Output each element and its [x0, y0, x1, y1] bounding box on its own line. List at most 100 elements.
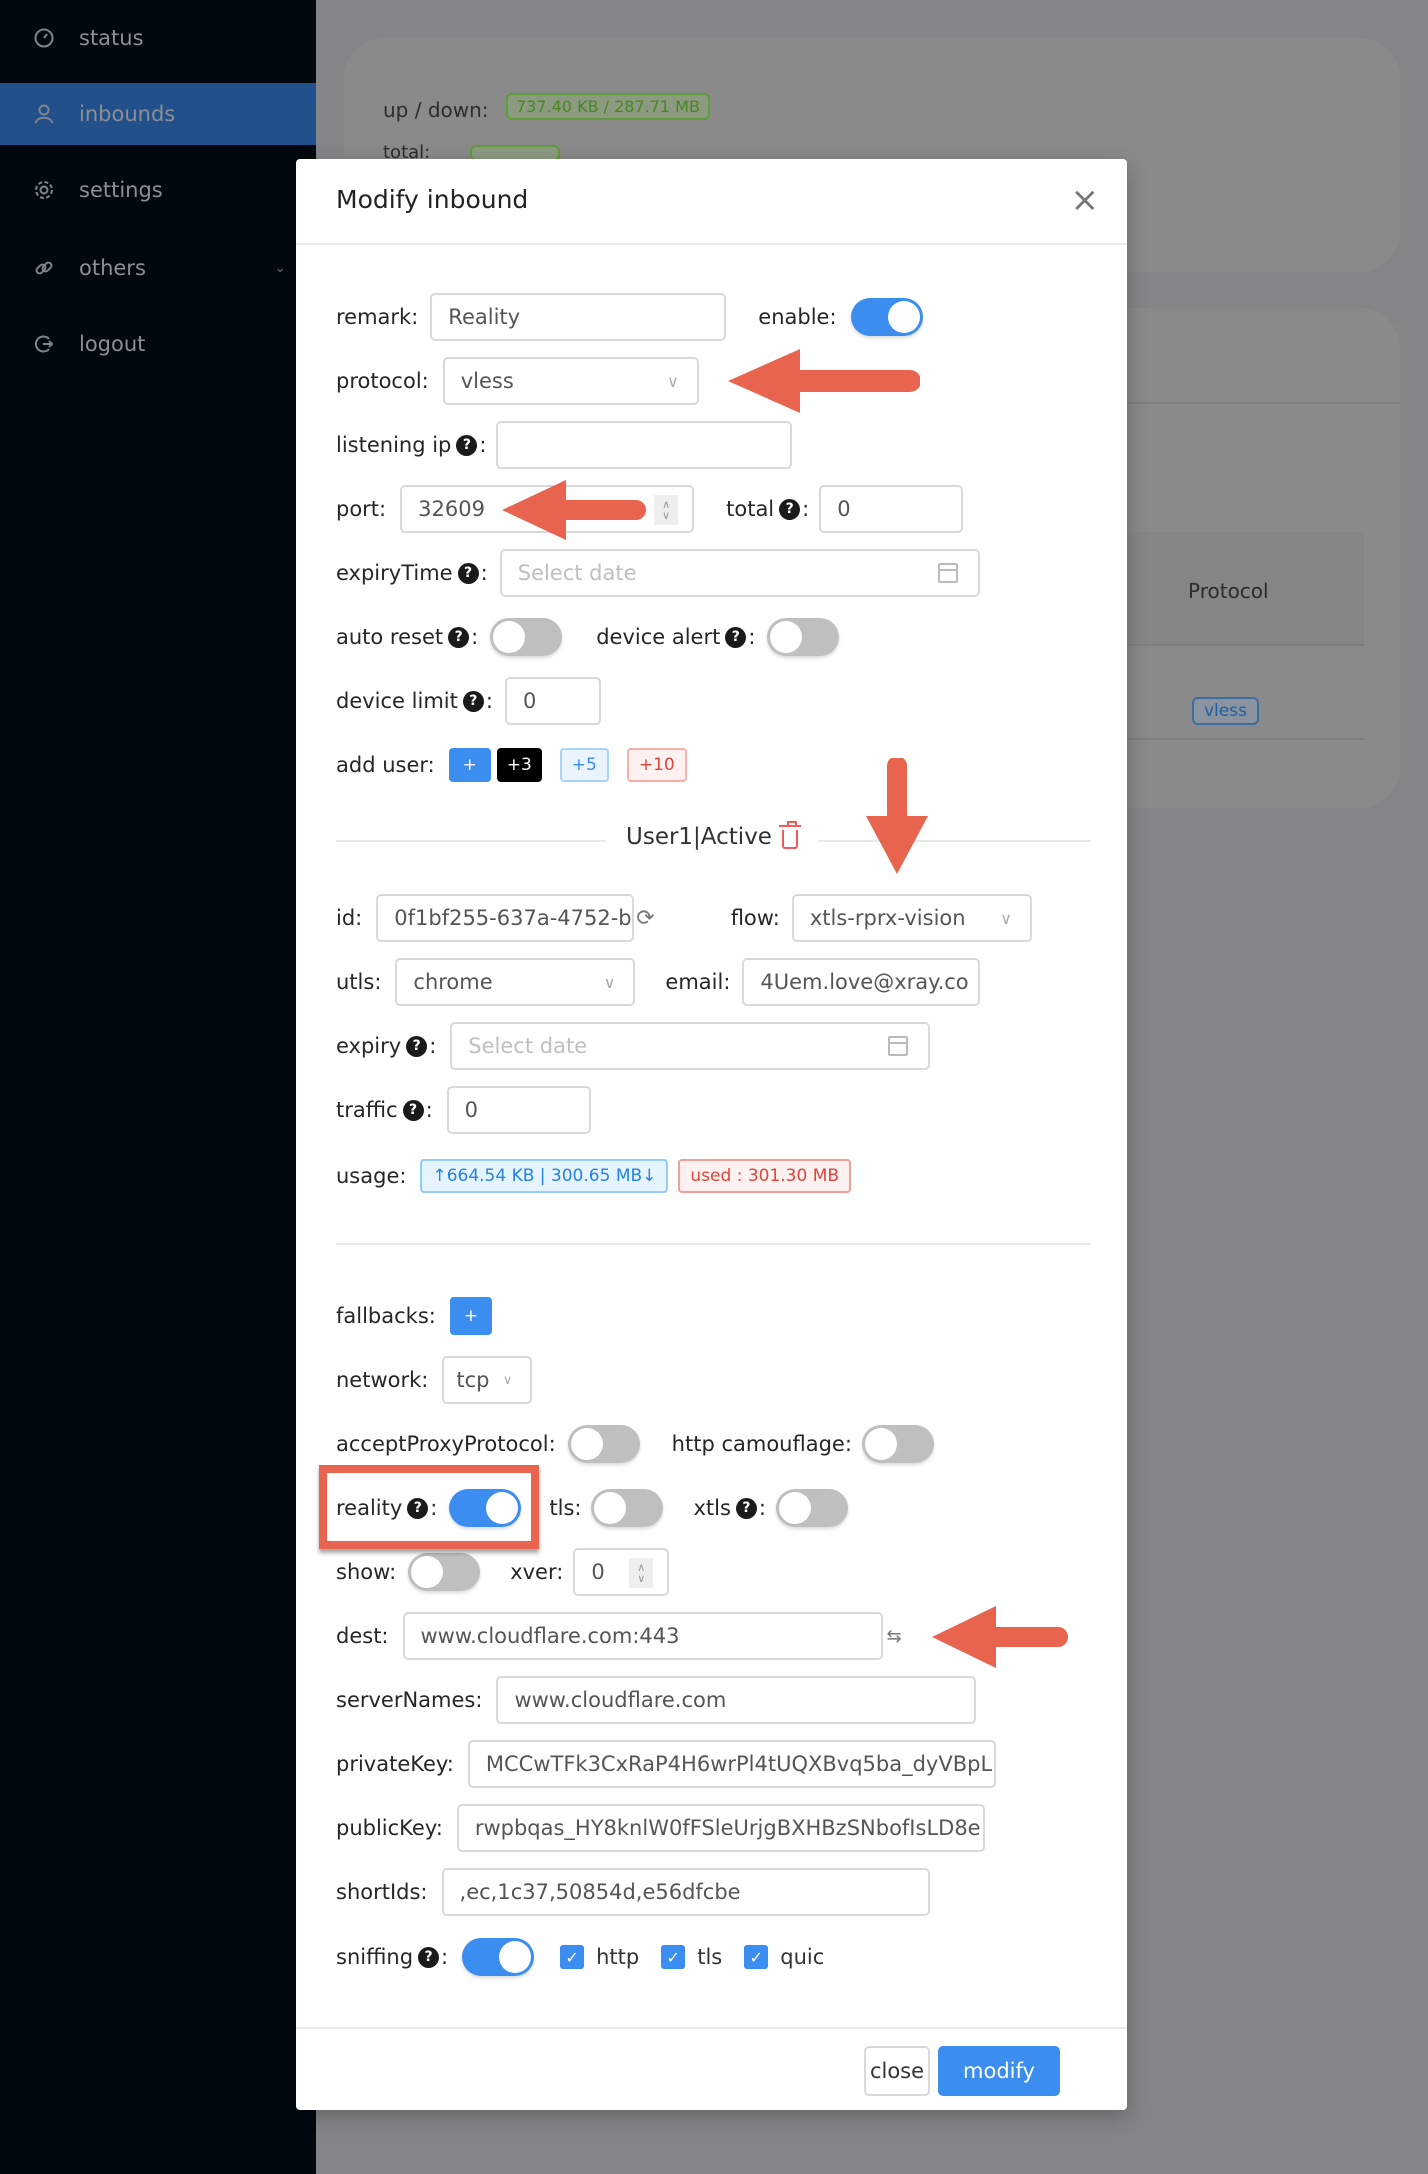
help-icon[interactable]: ? [406, 1035, 428, 1057]
help-icon[interactable]: ? [448, 626, 470, 648]
add-3-users-button[interactable]: +3 [496, 748, 542, 782]
help-icon[interactable]: ? [779, 498, 801, 520]
modify-inbound-modal: Modify inbound × remark: Reality enable:… [296, 159, 1127, 2110]
sidebar-item-inbounds[interactable]: inbounds [0, 83, 316, 145]
show-toggle[interactable] [408, 1553, 481, 1591]
remark-input[interactable]: Reality [430, 293, 727, 341]
listening-ip-text: listening ip [336, 433, 452, 457]
device-alert-toggle[interactable] [767, 618, 840, 656]
flow-select[interactable]: xtls-rprx-vision ∨ [791, 894, 1032, 942]
http-camouflage-toggle[interactable] [861, 1425, 934, 1463]
usage-label: usage: [336, 1164, 407, 1188]
sidebar-item-others[interactable]: others ⌄ [0, 237, 316, 299]
help-icon[interactable]: ? [462, 690, 484, 712]
utls-value: chrome [413, 970, 493, 994]
modify-button[interactable]: modify [938, 2046, 1060, 2096]
sidebar-item-logout[interactable]: logout [0, 313, 316, 375]
utls-select[interactable]: chrome ∨ [395, 958, 636, 1006]
help-icon[interactable]: ? [402, 1099, 424, 1121]
trash-icon[interactable] [778, 820, 801, 849]
sidebar-item-settings[interactable]: settings [0, 159, 316, 221]
accept-proxy-protocol-label: acceptProxyProtocol: [336, 1432, 556, 1456]
utls-label: utls: [336, 970, 382, 994]
accept-proxy-protocol-toggle[interactable] [567, 1425, 640, 1463]
swap-icon[interactable]: ⇆ [887, 1626, 902, 1647]
xtls-label: xtls?: [693, 1496, 766, 1520]
xver-input[interactable]: 0 ∧ ∨ [573, 1548, 670, 1596]
user-expiry-picker[interactable]: Select date [450, 1022, 931, 1070]
sniff-quic-checkbox[interactable]: ✓ quic [744, 1945, 824, 1969]
fallbacks-row: fallbacks: + [336, 1292, 492, 1340]
sniff-tls-checkbox[interactable]: ✓ tls [661, 1945, 722, 1969]
chevron-down-icon: ⌄ [274, 260, 286, 276]
stepper-icon[interactable]: ∧ ∨ [654, 495, 679, 525]
annotation-arrow-port [502, 480, 646, 540]
add-user-button[interactable]: + [448, 748, 491, 782]
flow-value: xtls-rprx-vision [809, 906, 966, 930]
device-alert-text: device alert [596, 625, 721, 649]
listening-ip-input[interactable] [496, 421, 793, 469]
table-divider [1120, 644, 1364, 646]
xtls-toggle[interactable] [775, 1489, 848, 1527]
modal-title: Modify inbound [336, 185, 529, 214]
dest-input[interactable]: www.cloudflare.com:443 [402, 1612, 883, 1660]
table-divider [1120, 738, 1364, 740]
device-limit-input[interactable]: 0 [504, 677, 601, 725]
sniff-tls-label: tls [697, 1945, 723, 1969]
private-key-input[interactable]: MCCwTFk3CxRaP4H6wrPl4tUQXBvq5ba_dyVBpL( [467, 1740, 996, 1788]
port-value: 32609 [418, 497, 485, 521]
help-icon[interactable]: ? [725, 626, 747, 648]
modal-header: Modify inbound × [296, 159, 1127, 245]
close-button[interactable]: close [864, 2046, 930, 2096]
expiry-time-placeholder: Select date [517, 561, 637, 585]
sidebar-item-label: logout [79, 332, 146, 356]
tls-toggle[interactable] [591, 1489, 664, 1527]
add-5-users-button[interactable]: +5 [559, 748, 609, 782]
public-key-input[interactable]: rwpbqas_HY8knlW0fFSleUrjgBXHBzSNbofIsLD8… [456, 1804, 985, 1852]
email-input[interactable]: 4Uem.love@xray.co [742, 958, 981, 1006]
expiry-time-picker[interactable]: Select date [499, 549, 980, 597]
protocol-select[interactable]: vless ∨ [442, 357, 699, 405]
listening-ip-row: listening ip?: [336, 421, 793, 469]
refresh-icon[interactable]: ⟳ [636, 906, 654, 931]
add-10-users-button[interactable]: +10 [626, 748, 687, 782]
calendar-icon [937, 563, 958, 583]
checkmark-icon: ✓ [560, 1945, 585, 1969]
traffic-row: traffic?: 0 [336, 1086, 591, 1134]
protocol-tag: vless [1192, 697, 1259, 725]
enable-toggle[interactable] [850, 298, 923, 336]
server-names-input[interactable]: www.cloudflare.com [496, 1676, 977, 1724]
add-fallback-button[interactable]: + [449, 1297, 492, 1335]
help-icon[interactable]: ? [418, 1946, 440, 1968]
dashboard-icon [33, 27, 55, 49]
traffic-text: traffic [336, 1098, 398, 1122]
sniffing-toggle[interactable] [462, 1938, 535, 1976]
short-ids-input[interactable]: ,ec,1c37,50854d,e56dfcbe [441, 1868, 930, 1916]
expiry-time-label: expiryTime?: [336, 561, 488, 585]
enable-label: enable: [758, 305, 837, 329]
device-limit-text: device limit [336, 689, 458, 713]
server-names-row: serverNames: www.cloudflare.com [336, 1676, 977, 1724]
add-user-label: add user: [336, 753, 435, 777]
total-input[interactable]: 0 [819, 485, 964, 533]
network-select[interactable]: tcp ∨ [442, 1356, 533, 1404]
traffic-input[interactable]: 0 [446, 1086, 591, 1134]
auto-reset-toggle[interactable] [490, 618, 563, 656]
card-divider [1120, 402, 1400, 404]
sniff-http-checkbox[interactable]: ✓ http [560, 1945, 639, 1969]
auto-reset-text: auto reset [336, 625, 444, 649]
close-icon[interactable]: × [1071, 183, 1100, 217]
sidebar-item-status[interactable]: status [0, 7, 316, 69]
checkmark-icon: ✓ [661, 1945, 686, 1969]
stepper-icon[interactable]: ∧ ∨ [629, 1558, 654, 1588]
id-row: id: 0f1bf255-637a-4752-b ⟳ flow: xtls-rp… [336, 894, 1032, 942]
id-input[interactable]: 0f1bf255-637a-4752-b [376, 894, 635, 942]
help-icon[interactable]: ? [456, 434, 478, 456]
traffic-label: traffic?: [336, 1098, 433, 1122]
user-expiry-row: expiry?: Select date [336, 1022, 931, 1070]
section-divider [336, 1243, 1091, 1245]
public-key-row: publicKey: rwpbqas_HY8knlW0fFSleUrjgBXHB… [336, 1804, 985, 1852]
sidebar-item-label: others [79, 256, 146, 280]
help-icon[interactable]: ? [457, 562, 479, 584]
help-icon[interactable]: ? [735, 1497, 757, 1519]
